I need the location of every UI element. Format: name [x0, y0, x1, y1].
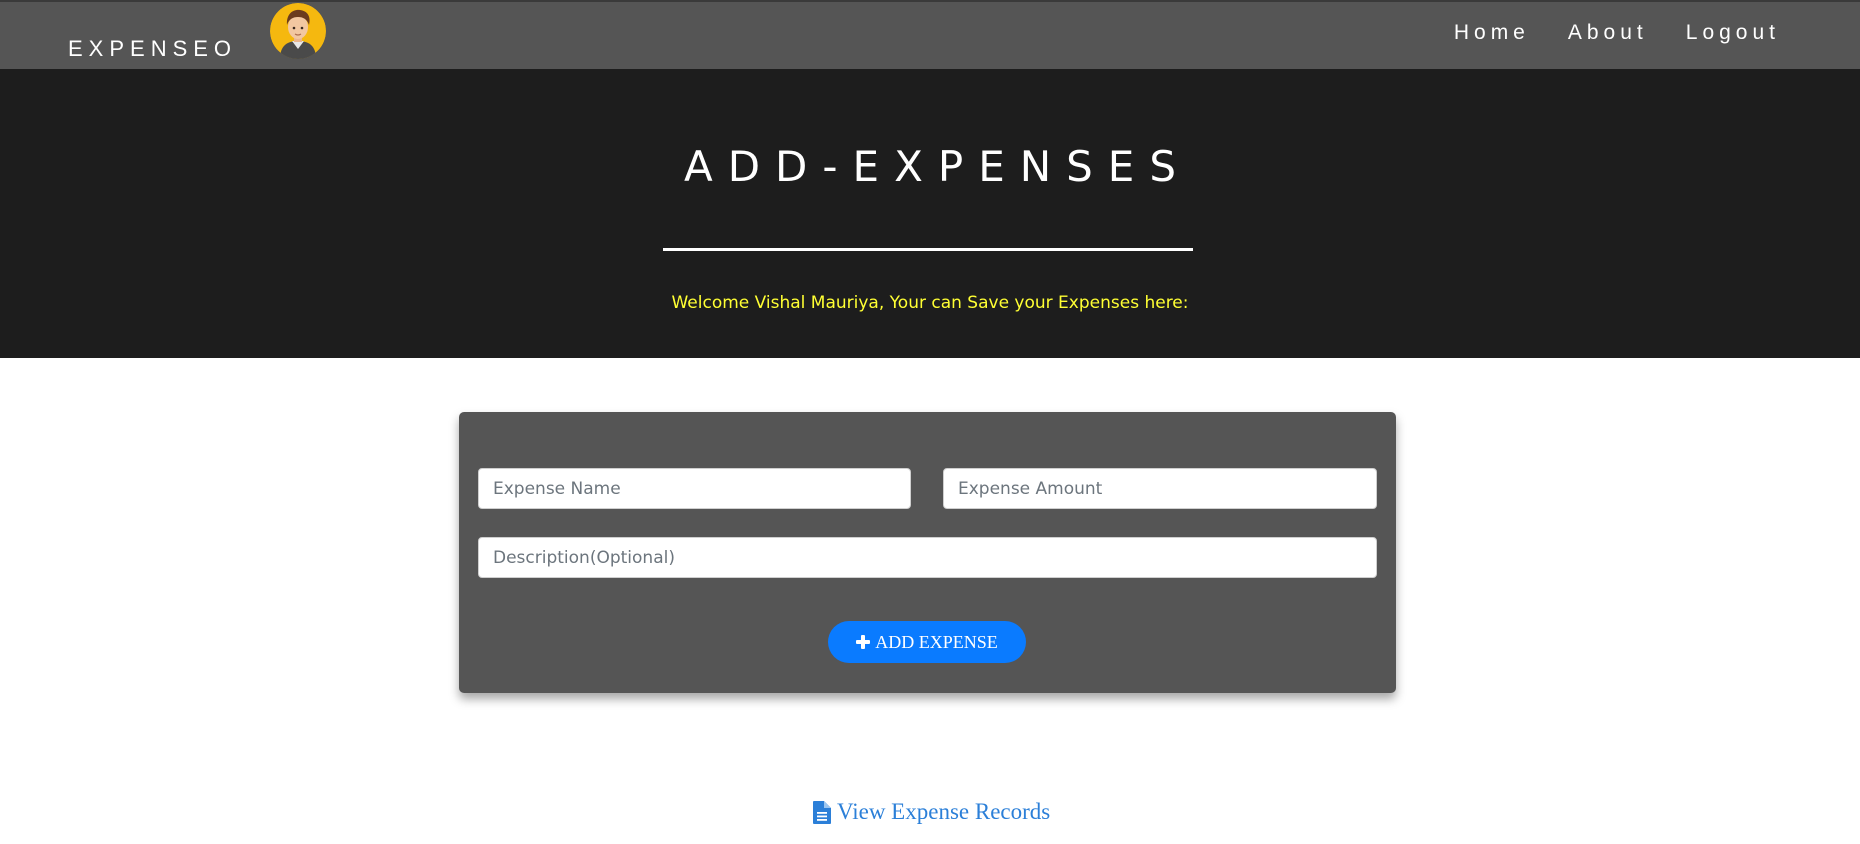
avatar-icon — [270, 3, 326, 59]
nav-about-link[interactable]: About — [1568, 20, 1648, 46]
welcome-message: Welcome Vishal Mauriya, Your can Save yo… — [671, 293, 1189, 313]
expense-amount-input[interactable] — [943, 468, 1377, 509]
plus-icon — [856, 635, 871, 649]
nav-links: Home About Logout — [1454, 20, 1780, 46]
view-records-label: View Expense Records — [837, 799, 1051, 824]
file-text-icon — [813, 800, 831, 824]
hero-banner: ADD-EXPENSES Welcome Vishal Mauriya, You… — [0, 69, 1860, 358]
description-input[interactable] — [478, 537, 1377, 578]
brand-logo[interactable]: EXPENSEO — [68, 36, 237, 62]
user-avatar[interactable] — [270, 3, 326, 59]
nav-home-link[interactable]: Home — [1454, 20, 1530, 46]
page-title: ADD-EXPENSES — [683, 142, 1192, 191]
view-expense-records-link[interactable]: View Expense Records — [813, 797, 1050, 827]
nav-logout-link[interactable]: Logout — [1686, 20, 1780, 46]
add-expense-form: ADD EXPENSE — [459, 412, 1396, 693]
add-expense-button[interactable]: ADD EXPENSE — [828, 621, 1026, 663]
top-navbar: EXPENSEO Home About Logout — [0, 0, 1860, 69]
add-expense-label: ADD EXPENSE — [875, 631, 998, 652]
expense-name-input[interactable] — [478, 468, 911, 509]
title-divider — [663, 248, 1193, 251]
